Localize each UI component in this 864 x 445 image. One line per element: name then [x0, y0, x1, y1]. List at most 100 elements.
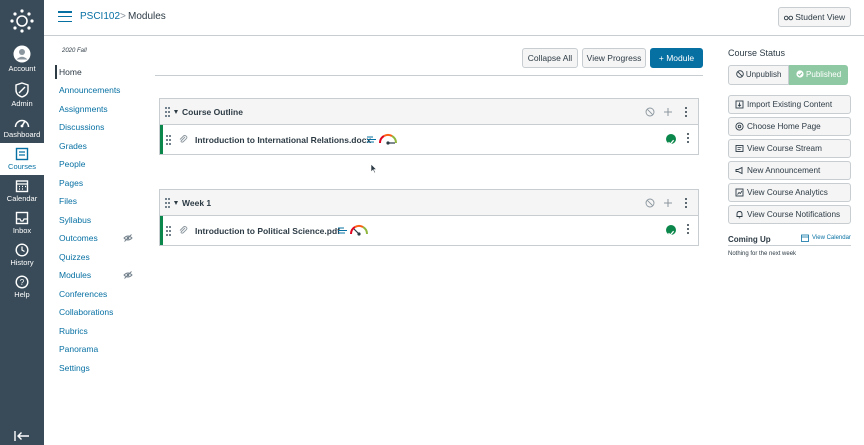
course-nav-settings[interactable]: Settings — [55, 361, 155, 375]
choose-home-page-button[interactable]: Choose Home Page — [728, 117, 851, 136]
text-align-icon — [338, 227, 347, 234]
canvas-logo-icon[interactable] — [10, 9, 34, 33]
collapse-nav-icon[interactable] — [14, 430, 30, 442]
module-title: Course Outline — [182, 107, 243, 117]
course-status-heading: Course Status — [728, 48, 786, 58]
announcement-icon — [735, 166, 743, 175]
drag-handle-icon[interactable] — [166, 226, 171, 236]
view-progress-button[interactable]: View Progress — [582, 48, 646, 68]
mouse-cursor-icon — [370, 163, 378, 174]
nav-dashboard-label: Dashboard — [3, 130, 41, 139]
add-module-button[interactable]: + Module — [650, 48, 703, 68]
course-nav-announcements[interactable]: Announcements — [55, 83, 155, 97]
calendar-icon — [801, 234, 809, 242]
course-nav-outcomes[interactable]: Outcomes — [55, 231, 155, 245]
nav-courses-label: Courses — [8, 162, 36, 171]
add-item-icon[interactable] — [663, 107, 673, 117]
course-nav-discussions[interactable]: Discussions — [55, 120, 155, 134]
view-course-notifications-button[interactable]: View Course Notifications — [728, 205, 851, 224]
course-nav-panorama[interactable]: Panorama — [55, 342, 155, 356]
inbox-icon — [15, 211, 29, 225]
unpublish-button[interactable]: Unpublish — [728, 65, 789, 85]
unpublished-icon[interactable] — [645, 107, 655, 117]
published-label: Published — [806, 70, 842, 79]
module-header[interactable]: Course Outline — [160, 99, 698, 125]
course-nav-home[interactable]: Home — [55, 65, 155, 79]
collapse-caret-icon[interactable] — [174, 110, 178, 114]
account-icon — [13, 45, 31, 63]
nav-history-label: History — [10, 258, 34, 267]
module-header[interactable]: Week 1 — [160, 190, 698, 216]
course-nav-quizzes[interactable]: Quizzes — [55, 250, 155, 264]
published-button[interactable]: Published — [789, 65, 848, 85]
drag-handle-icon[interactable] — [165, 198, 170, 208]
published-check-icon[interactable] — [666, 134, 676, 145]
breadcrumb-course[interactable]: PSCI102 — [80, 11, 120, 22]
course-status-sidebar: Course Status Unpublish Published Import… — [728, 48, 852, 257]
nav-help-label: Help — [14, 290, 30, 299]
view-course-stream-label: View Course Stream — [747, 144, 822, 153]
course-nav-syllabus[interactable]: Syllabus — [55, 213, 155, 227]
course-nav-conferences[interactable]: Conferences — [55, 287, 155, 301]
view-course-analytics-label: View Course Analytics — [747, 188, 828, 197]
page-header: PSCI102 > Modules Student View — [44, 0, 864, 36]
course-nav-collaborations[interactable]: Collaborations — [55, 305, 155, 319]
view-course-analytics-button[interactable]: View Course Analytics — [728, 183, 851, 202]
item-options-icon[interactable] — [687, 133, 690, 144]
new-announcement-label: New Announcement — [747, 166, 821, 175]
nav-history[interactable]: History — [0, 243, 44, 274]
nav-admin[interactable]: Admin — [0, 82, 44, 113]
course-nav-rubrics[interactable]: Rubrics — [55, 324, 155, 338]
dashboard-icon — [14, 119, 30, 128]
breadcrumb-page: Modules — [128, 11, 166, 22]
course-nav-pages[interactable]: Pages — [55, 176, 155, 190]
drag-handle-icon[interactable] — [166, 135, 171, 145]
module-item-title[interactable]: Introduction to International Relations.… — [195, 135, 371, 145]
analytics-icon — [735, 188, 744, 197]
course-nav-grades[interactable]: Grades — [55, 139, 155, 153]
course-nav-assignments[interactable]: Assignments — [55, 102, 155, 116]
course-nav-modules[interactable]: Modules — [55, 268, 155, 282]
accessibility-gauge-icon[interactable] — [348, 223, 370, 236]
import-icon — [735, 100, 744, 109]
nav-dashboard[interactable]: Dashboard — [0, 115, 44, 146]
glasses-icon — [783, 15, 793, 21]
published-check-icon[interactable] — [666, 225, 676, 236]
nav-admin-label: Admin — [11, 99, 33, 108]
add-item-icon[interactable] — [663, 198, 673, 208]
module-options-icon[interactable] — [685, 198, 688, 209]
canvas-app: Account Admin Dashboard Courses Calendar… — [0, 0, 864, 445]
course-nav-people[interactable]: People — [55, 157, 155, 171]
nav-courses[interactable]: Courses — [0, 143, 44, 175]
course-menu-toggle-icon[interactable] — [58, 11, 72, 23]
view-calendar-link[interactable]: View Calendar — [812, 235, 851, 241]
module-options-icon[interactable] — [685, 107, 688, 118]
term-label: 2020 Fall — [62, 48, 87, 54]
module-item[interactable]: Introduction to Political Science.pdf — [160, 216, 698, 245]
item-options-icon[interactable] — [687, 224, 690, 235]
bell-icon — [736, 211, 743, 219]
course-nav-files[interactable]: Files — [55, 194, 155, 208]
attachment-icon — [179, 135, 188, 143]
collapse-caret-icon[interactable] — [174, 201, 178, 205]
accessibility-gauge-icon[interactable] — [377, 132, 399, 145]
drag-handle-icon[interactable] — [165, 107, 170, 117]
text-align-icon — [367, 136, 376, 143]
unpublished-icon[interactable] — [645, 198, 655, 208]
nav-account[interactable]: Account — [0, 45, 44, 76]
nav-help[interactable]: ? Help — [0, 275, 44, 306]
unpublish-label: Unpublish — [745, 70, 782, 79]
nav-calendar[interactable]: Calendar — [0, 179, 44, 210]
collapse-all-button[interactable]: Collapse All — [522, 48, 578, 68]
view-course-stream-button[interactable]: View Course Stream — [728, 139, 851, 158]
module-item-title[interactable]: Introduction to Political Science.pdf — [195, 226, 340, 236]
module-item[interactable]: Introduction to International Relations.… — [160, 125, 698, 154]
import-content-button[interactable]: Import Existing Content — [728, 95, 851, 114]
home-icon — [735, 122, 744, 131]
svg-text:?: ? — [20, 278, 25, 287]
module-course-outline: Course Outline Introduction to Internati… — [159, 98, 699, 155]
nav-inbox[interactable]: Inbox — [0, 211, 44, 242]
student-view-button[interactable]: Student View — [778, 7, 851, 27]
publish-toggle: Unpublish Published — [728, 65, 848, 85]
new-announcement-button[interactable]: New Announcement — [728, 161, 851, 180]
